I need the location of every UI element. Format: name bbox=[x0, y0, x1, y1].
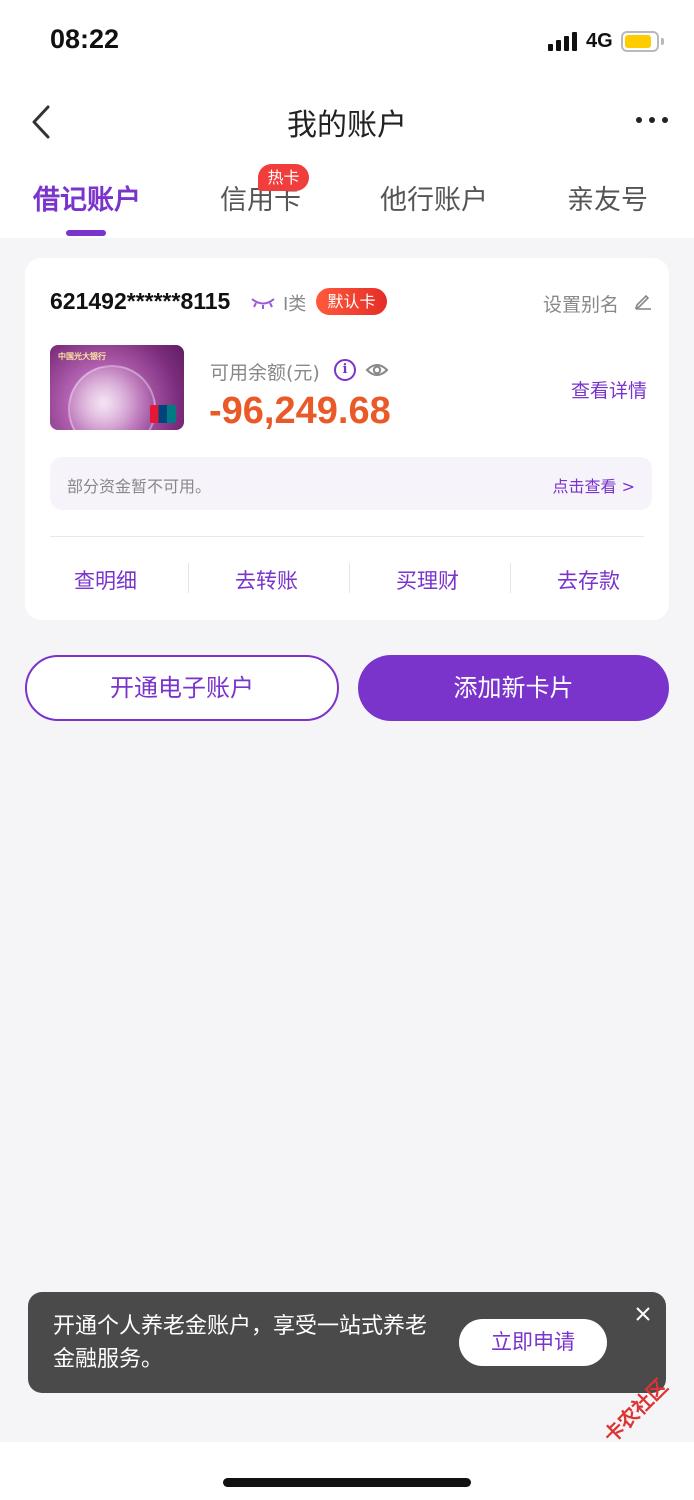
open-e-account-button[interactable]: 开通电子账户 bbox=[25, 655, 339, 721]
account-number: 621492******8115 bbox=[50, 288, 231, 314]
page-title: 我的账户 bbox=[287, 108, 407, 143]
tab-family-accounts[interactable]: 亲友号 bbox=[567, 178, 648, 217]
available-balance: -96,249.68 bbox=[209, 390, 391, 432]
active-tab-indicator bbox=[66, 230, 106, 236]
bank-card-image: 中国光大银行 bbox=[50, 345, 184, 430]
edit-icon[interactable] bbox=[634, 292, 652, 310]
default-card-badge: 默认卡 bbox=[316, 288, 387, 315]
close-icon[interactable] bbox=[635, 1306, 651, 1322]
home-indicator[interactable] bbox=[223, 1478, 471, 1487]
card-bank-name: 中国光大银行 bbox=[58, 352, 106, 361]
network-type: 4G bbox=[586, 30, 613, 52]
action-deposit[interactable]: 去存款 bbox=[508, 565, 669, 595]
funds-notice[interactable]: 部分资金暂不可用。 点击查看 > bbox=[50, 457, 652, 510]
add-card-button[interactable]: 添加新卡片 bbox=[358, 655, 669, 721]
notice-text: 部分资金暂不可用。 bbox=[67, 477, 212, 496]
action-buy-wealth[interactable]: 买理财 bbox=[347, 565, 508, 595]
account-class: I类 bbox=[283, 294, 307, 315]
account-card: 621492******8115 I类 默认卡 设置别名 中国光大银行 可用余额… bbox=[25, 258, 669, 620]
action-transfer[interactable]: 去转账 bbox=[186, 565, 347, 595]
hidden-eye-icon[interactable] bbox=[251, 296, 275, 310]
notice-link[interactable]: 点击查看 > bbox=[553, 473, 636, 497]
eye-icon[interactable] bbox=[365, 360, 389, 380]
tab-other-bank-accounts[interactable]: 他行账户 bbox=[380, 178, 488, 217]
hot-card-badge: 热卡 bbox=[258, 164, 309, 191]
set-alias-link[interactable]: 设置别名 bbox=[543, 290, 619, 317]
pension-promo-banner: 开通个人养老金账户，享受一站式养老金融服务。 立即申请 bbox=[28, 1292, 666, 1393]
bottom-safe-area bbox=[0, 1442, 694, 1500]
info-icon[interactable]: i bbox=[334, 359, 356, 381]
apply-now-button[interactable]: 立即申请 bbox=[459, 1319, 607, 1366]
divider bbox=[50, 536, 644, 537]
more-icon[interactable] bbox=[636, 117, 668, 125]
signal-icon bbox=[548, 31, 578, 51]
view-details-link[interactable]: 查看详情 bbox=[571, 376, 647, 403]
balance-label: 可用余额(元) bbox=[210, 362, 320, 384]
status-time: 08:22 bbox=[50, 24, 120, 54]
unionpay-logo bbox=[150, 405, 176, 423]
promo-message: 开通个人养老金账户，享受一站式养老金融服务。 bbox=[53, 1314, 428, 1372]
battery-icon bbox=[621, 31, 664, 52]
tab-debit-account[interactable]: 借记账户 bbox=[33, 178, 141, 217]
action-view-details[interactable]: 查明细 bbox=[25, 565, 186, 595]
